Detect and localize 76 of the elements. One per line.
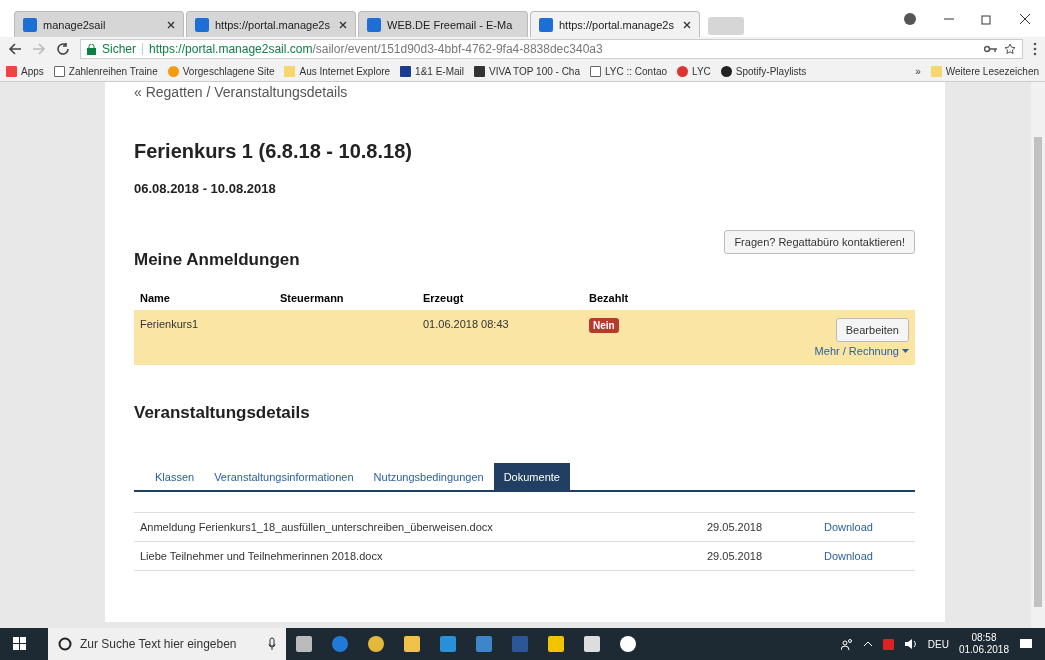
browser-tab[interactable]: https://portal.manage2s [530,11,700,37]
bookmark-icon [6,65,17,77]
bookmark-icon [284,65,296,77]
table-cell-text: 01.06.2018 08:43 [423,318,510,332]
bookmark-icon [400,65,412,77]
browser-tab[interactable]: https://portal.manage2s [186,11,356,37]
status-badge: Nein [589,318,619,333]
tab[interactable]: Klassen [145,463,205,490]
site-icon [367,17,381,32]
download-link[interactable]: Download [824,521,909,533]
bookmark-icon [677,65,689,77]
bookmark[interactable]: Vorgeschlagene Site [167,65,275,77]
profile-icon[interactable] [903,11,917,26]
bookmark-folder[interactable]: Weitere Lesezeichen [930,65,1039,77]
table-cell-text: Ferienkurs1 [140,318,200,332]
back-icon[interactable] [8,42,22,56]
bookmark-icon [474,65,485,77]
more-link[interactable]: Mehr / Rechnung [814,345,909,357]
column-header: Name [140,292,171,304]
restore-icon[interactable] [981,12,993,25]
document-name: Anmeldung Ferienkurs1_18_ausfüllen_unterschreiben_überweisen.docx [140,521,494,533]
menu-icon[interactable] [1033,42,1037,56]
lock-icon [87,43,96,55]
bookmark-icon [720,65,732,77]
clock[interactable]: 08:58 01.06.2018 [958,632,1009,656]
people-icon[interactable] [840,638,853,650]
browser-tab[interactable]: WEB.DE Freemail - E-Ma [358,11,528,37]
bookmark[interactable]: Aus Internet Explore [284,65,391,77]
star-icon[interactable] [1004,43,1016,55]
bookmark[interactable]: LYC [677,65,711,77]
bookmark[interactable]: 1&1 E-Mail [400,65,464,77]
chevron-up-icon[interactable] [862,641,873,647]
language-indicator[interactable]: DEU [927,638,949,650]
microphone-icon[interactable] [268,637,276,651]
site-icon [23,17,37,32]
column-header: Steuermann [280,292,345,304]
bookmark[interactable]: VIVA TOP 100 - Cha [474,65,580,77]
breadcrumb[interactable]: « Regatten / Veranstaltungsdetails [134,84,348,100]
search-field[interactable]: Zur Suche Text hier eingeben [48,628,286,660]
site-icon [195,17,209,32]
tab[interactable]: Nutzungsbedingungen [363,463,494,490]
document-date: 29.05.2018 [707,550,764,562]
column-header: Erzeugt [423,292,465,304]
search-icon [58,637,72,651]
url-text: https://portal.manage2sail.com/sailor/event/151d90d3-4bbf-4762-9fa4-8838dec340a3 [149,42,603,56]
bookmark-icon [53,65,65,77]
browser-tab[interactable]: manage2sail [14,11,184,37]
download-link[interactable]: Download [824,550,909,562]
bookmark[interactable]: LYC :: Contao [590,65,668,77]
secure-label: Sicher [102,42,136,56]
bookmark-icon [167,65,179,77]
scrollbar-thumb[interactable] [1034,137,1042,607]
column-header: Bezahlt [589,292,630,304]
reload-icon[interactable] [56,42,70,56]
caret-icon [902,349,909,353]
more-bookmarks-button[interactable]: » [915,65,921,77]
edit-button[interactable]: Bearbeiten [835,318,909,342]
event-dates: 06.08.2018 - 10.08.2018 [134,181,277,196]
section-heading: Veranstaltungsdetails [134,403,311,423]
bookmark[interactable]: Spotify-Playlists [720,65,807,77]
bookmark[interactable]: Apps [6,65,44,77]
document-name: Liebe Teilnehmer und Teilnehmerinnen 2018.docx [140,550,384,562]
contact-button[interactable]: Fragen? Regattabüro kontaktieren! [724,230,915,254]
address-field[interactable]: Sicher https://portal.manage2sail.com/sailor/event/151d90d3-4bbf-4762-9fa4-8838dec340a3 [80,39,1023,59]
antivirus-icon[interactable] [882,638,894,650]
section-heading: Meine Anmeldungen [134,250,300,270]
event-title: Ferienkurs 1 (6.8.18 - 10.8.18) [134,140,413,163]
tab[interactable]: Veranstaltungsinformationen [204,463,364,490]
key-icon[interactable] [984,45,998,53]
bookmark[interactable]: Zahlenreihen Traine [53,65,158,77]
speaker-icon[interactable] [903,638,918,650]
bookmark-icon [590,65,601,77]
site-icon [539,17,553,32]
notification-icon[interactable] [1019,637,1033,651]
tab[interactable]: Dokumente [493,463,570,490]
document-date: 29.05.2018 [707,521,764,533]
